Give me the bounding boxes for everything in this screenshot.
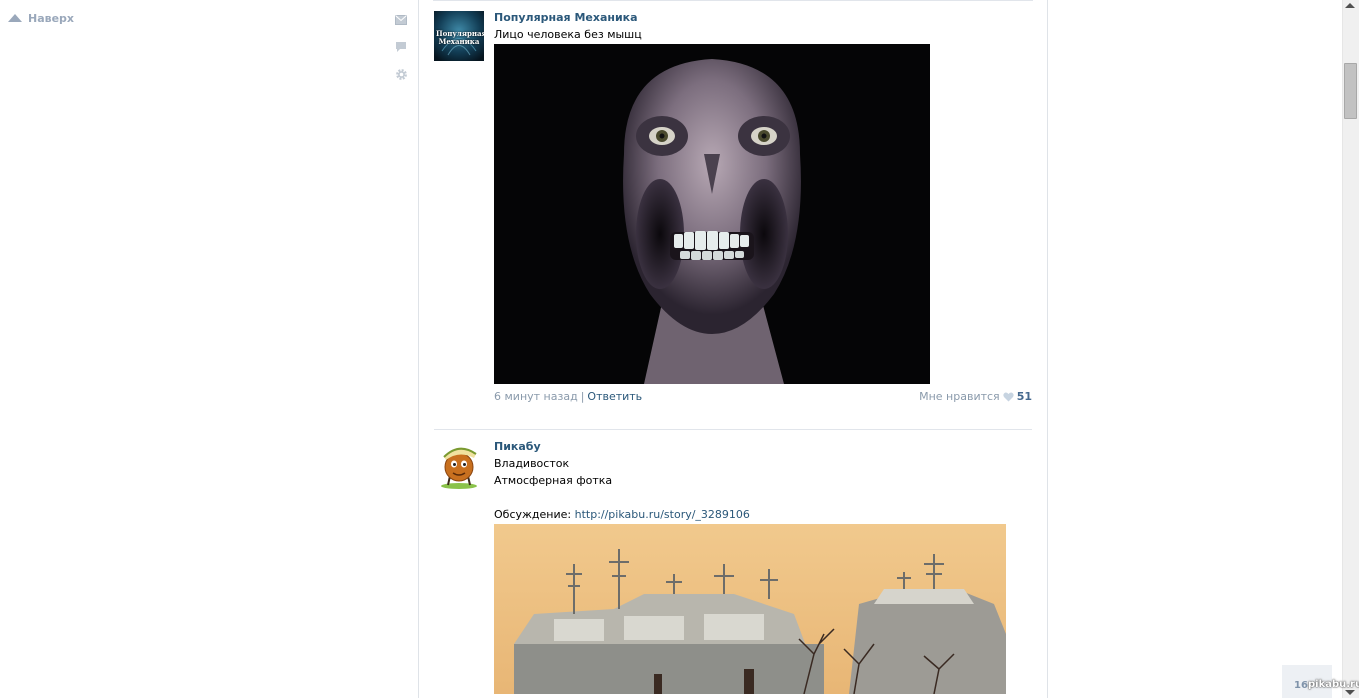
post-divider [434, 429, 1032, 430]
avatar[interactable]: Популярная Механика [434, 11, 484, 61]
like-count: 51 [1016, 390, 1032, 403]
post-author-link[interactable]: Пикабу [494, 440, 1032, 454]
post-discussion-line: Обсуждение: http://pikabu.ru/story/_3289… [494, 506, 1032, 523]
discussion-label: Обсуждение: [494, 508, 572, 521]
post-meta: 6 минут назад | Ответить Мне нравится 51 [494, 390, 1032, 408]
avatar[interactable] [434, 440, 484, 490]
scrollbar-thumb[interactable] [1344, 63, 1357, 119]
feed-top-divider [433, 0, 1033, 1]
back-to-top-button[interactable]: Наверх [8, 10, 74, 26]
like-button[interactable]: Мне нравится 51 [919, 390, 1032, 403]
post-text-line: Лицо человека без мышц [494, 28, 642, 41]
post-text: Владивосток Атмосферная фотка Обсуждение… [494, 455, 1032, 523]
post-time-link[interactable]: 6 минут назад [494, 390, 578, 403]
discussion-link[interactable]: http://pikabu.ru/story/_3289106 [575, 508, 750, 521]
news-feed: Популярная Механика Популярная Механика … [418, 0, 1048, 698]
meta-separator: | [580, 390, 585, 403]
left-rail: Наверх [0, 0, 417, 698]
watermark: pikabu.ru [1308, 679, 1359, 690]
reply-link[interactable]: Ответить [587, 390, 642, 403]
post-text-line: Владивосток [494, 457, 570, 470]
post-text-spacer [494, 489, 1032, 506]
back-to-top-label: Наверх [28, 11, 75, 25]
quick-icons [393, 12, 409, 93]
envelope-icon[interactable] [393, 12, 409, 28]
post-photo[interactable] [494, 524, 1032, 694]
post-text: Лицо человека без мышц [494, 26, 1032, 43]
like-label: Мне нравится [919, 390, 1000, 403]
heart-icon [1003, 392, 1014, 401]
avatar-logo-text: Популярная Механика [436, 29, 484, 46]
arrow-up-icon [8, 14, 22, 22]
gear-icon[interactable] [393, 66, 409, 82]
scroll-down-arrow-icon[interactable] [1345, 690, 1355, 695]
post-photo[interactable] [494, 44, 1032, 384]
speech-bubble-icon[interactable] [393, 39, 409, 55]
post-text-line: Атмосферная фотка [494, 474, 613, 487]
post-author-link[interactable]: Популярная Механика [494, 11, 1032, 25]
scroll-up-arrow-icon[interactable] [1345, 3, 1355, 8]
